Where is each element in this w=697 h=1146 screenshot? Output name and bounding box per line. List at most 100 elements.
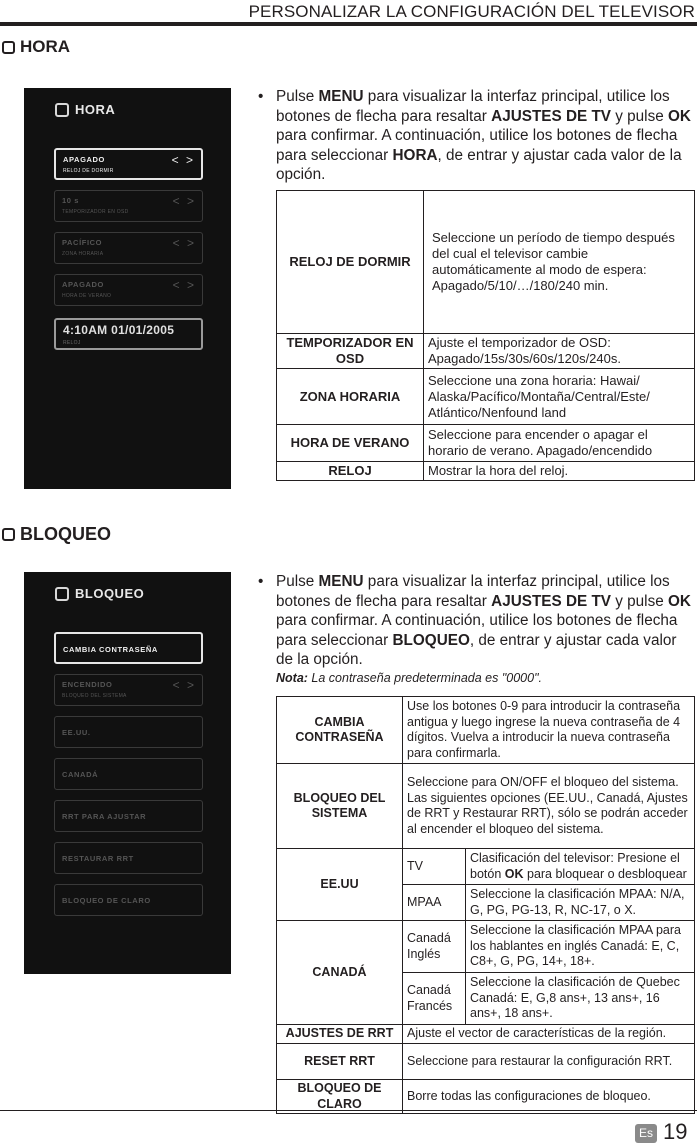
left-right-arrows-icon: < > (172, 678, 196, 692)
setting-name: CAMBIA CONTRASEÑA (276, 696, 403, 764)
setting-name: EE.UU (276, 848, 403, 921)
menu-square-icon (55, 586, 69, 601)
setting-description: Mostrar la hora del reloj. (423, 461, 695, 481)
setting-name: AJUSTES DE RRT (276, 1024, 403, 1044)
table-row: CAMBIA CONTRASEÑA Use los botones 0-9 pa… (276, 696, 695, 764)
left-right-arrows-icon: < > (172, 236, 196, 250)
tv-item-sublabel: HORA DE VERANO (62, 293, 112, 299)
tv-menu-title: BLOQUEO (55, 586, 144, 601)
language-badge: Es (635, 1124, 657, 1143)
tv-item-sublabel: RELOJ DE DORMIR (63, 168, 114, 174)
section-heading-bloqueo: BLOQUEO (2, 524, 111, 545)
tv-item-value: ENCENDIDO (62, 680, 113, 689)
page-title: PERSONALIZAR LA CONFIGURACIÓN DEL TELEVI… (248, 2, 695, 21)
left-right-arrows-icon: < > (172, 278, 196, 292)
table-row: EE.UU TV Clasificación del televisor: Pr… (276, 848, 695, 921)
tv-item-label: RESTAURAR RRT (62, 854, 134, 863)
tv-menu-item-rrt-ajustar[interactable]: RRT PARA AJUSTAR (54, 800, 203, 832)
table-row: AJUSTES DE RRT Ajuste el vector de carac… (276, 1024, 695, 1044)
table-row: HORA DE VERANO Seleccione para encender … (276, 424, 695, 462)
tv-item-label: BLOQUEO DE CLARO (62, 896, 151, 905)
section-heading-hora: HORA (2, 37, 70, 57)
note: Nota: La contraseña predeterminada es "0… (276, 670, 694, 687)
tv-item-label: CAMBIA CONTRASEÑA (63, 645, 158, 654)
ok-key-label: OK (667, 592, 691, 610)
setting-name: RELOJ DE DORMIR (276, 190, 424, 334)
table-row: BLOQUEO DEL SISTEMA Seleccione para ON/O… (276, 763, 695, 849)
setting-name: TEMPORIZADOR EN OSD (276, 333, 424, 369)
ok-key-label: OK (667, 107, 691, 125)
setting-description: Seleccione para restaurar la configuraci… (402, 1043, 695, 1080)
tv-menu-item-restaurar-rrt[interactable]: RESTAURAR RRT (54, 842, 203, 874)
setting-description: Seleccione para encender o apagar el hor… (423, 424, 695, 462)
section-title: HORA (20, 37, 71, 56)
setting-subname: Canadá Inglés (402, 920, 466, 973)
setting-subname: TV (402, 848, 466, 885)
tv-menu-item-reloj-dormir[interactable]: APAGADO RELOJ DE DORMIR < > (54, 148, 203, 180)
setting-description: Clasificación del televisor: Presione el… (465, 848, 695, 885)
bloqueo-label: BLOQUEO (392, 631, 470, 649)
table-row: RESET RRT Seleccione para restaurar la c… (276, 1043, 695, 1080)
tv-menu-title-text: BLOQUEO (75, 586, 145, 601)
tv-menu-item-eeuu[interactable]: EE.UU. (54, 716, 203, 748)
hora-settings-table: RELOJ DE DORMIR Seleccione un período de… (276, 190, 695, 481)
setting-description: Ajuste el temporizador de OSD: Apagado/1… (423, 333, 695, 369)
menu-square-icon (55, 102, 69, 117)
tv-clock-value: 4:10AM 01/01/2005 (63, 323, 175, 337)
hora-label: HORA (392, 146, 438, 164)
setting-name: RELOJ (276, 461, 424, 481)
tv-item-label: RRT PARA AJUSTAR (62, 812, 147, 821)
left-right-arrows-icon: < > (171, 153, 195, 167)
instructions-hora: • Pulse MENU para visualizar la interfaz… (258, 87, 694, 185)
footer-rule (0, 1110, 697, 1111)
tv-menu-item-cambia-contrasena[interactable]: CAMBIA CONTRASEÑA (54, 632, 203, 664)
ajustes-tv-label: AJUSTES DE TV (491, 592, 612, 610)
checkbox-square-icon (2, 40, 15, 54)
instruction-text: Pulse MENU para visualizar la interfaz p… (276, 88, 691, 184)
setting-name: BLOQUEO DE CLARO (276, 1079, 403, 1114)
table-row: TEMPORIZADOR EN OSD Ajuste el temporizad… (276, 333, 695, 369)
tv-item-sublabel: ZONA HORARIA (62, 251, 104, 257)
tv-item-label: CANADÁ (62, 770, 99, 779)
bullet: • (258, 573, 264, 590)
ajustes-tv-label: AJUSTES DE TV (491, 107, 612, 125)
setting-description: Borre todas las configuraciones de bloqu… (402, 1079, 695, 1114)
checkbox-square-icon (2, 528, 15, 541)
tv-item-sublabel: TEMPORIZADOR EN OSD (62, 209, 129, 215)
tv-menu-item-canada[interactable]: CANADÁ (54, 758, 203, 790)
tv-item-value: PACÍFICO (62, 238, 103, 247)
note-label: Nota: (276, 670, 308, 685)
menu-key-label: MENU (318, 573, 364, 590)
setting-subname: MPAA (402, 884, 466, 921)
instruction-text: Pulse MENU para visualizar la interfaz p… (276, 573, 691, 669)
setting-description: Seleccione para ON/OFF el bloqueo del si… (402, 763, 695, 849)
setting-description: Ajuste el vector de características de l… (402, 1024, 695, 1044)
tv-item-value: 10 s (62, 196, 79, 205)
section-title: BLOQUEO (20, 524, 112, 544)
tv-menu-item-zona-horaria[interactable]: PACÍFICO ZONA HORARIA < > (54, 232, 203, 264)
tv-screen-hora: HORA APAGADO RELOJ DE DORMIR < > 10 s TE… (24, 88, 231, 489)
tv-item-label: EE.UU. (62, 728, 91, 737)
table-row: BLOQUEO DE CLARO Borre todas las configu… (276, 1079, 695, 1114)
tv-menu-item-temporizador[interactable]: 10 s TEMPORIZADOR EN OSD < > (54, 190, 203, 222)
tv-menu-title: HORA (55, 102, 115, 117)
setting-name: RESET RRT (276, 1043, 403, 1080)
tv-menu-title-text: HORA (75, 102, 116, 117)
setting-name: ZONA HORARIA (276, 368, 424, 425)
table-row: CANADÁ Canadá Inglés Seleccione la clasi… (276, 920, 695, 1025)
setting-name: BLOQUEO DEL SISTEMA (276, 763, 403, 849)
setting-description: Seleccione la clasificación de Quebec Ca… (465, 972, 695, 1025)
setting-description: Seleccione la clasificación MPAA: N/A, G… (465, 884, 695, 921)
tv-menu-item-bloqueo-claro[interactable]: BLOQUEO DE CLARO (54, 884, 203, 916)
setting-description: Seleccione un período de tiempo después … (423, 190, 695, 334)
header-rule (0, 22, 697, 26)
setting-subname: Canadá Francés (402, 972, 466, 1025)
menu-key-label: MENU (318, 88, 364, 105)
tv-menu-item-reloj[interactable]: 4:10AM 01/01/2005 RELOJ (54, 318, 203, 350)
instructions-bloqueo: • Pulse MENU para visualizar la interfaz… (258, 572, 694, 687)
bullet: • (258, 88, 264, 105)
setting-name: CANADÁ (276, 920, 403, 1025)
tv-menu-item-bloqueo-sistema[interactable]: ENCENDIDO BLOQUEO DEL SISTEMA < > (54, 674, 203, 706)
tv-menu-item-hora-verano[interactable]: APAGADO HORA DE VERANO < > (54, 274, 203, 306)
setting-description: Seleccione la clasificación MPAA para lo… (465, 920, 695, 973)
